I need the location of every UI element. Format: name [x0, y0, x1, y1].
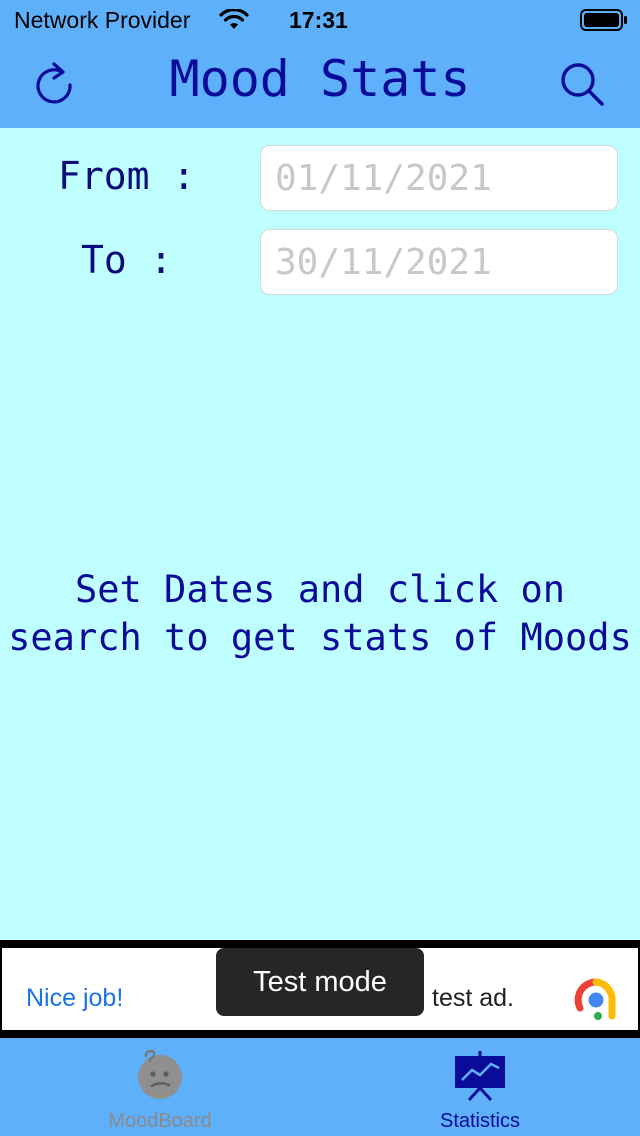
ad-headline: Nice job! — [26, 984, 124, 1012]
carrier-label: Network Provider — [14, 7, 191, 33]
to-date-input[interactable]: 30/11/2021 — [260, 229, 618, 295]
tab-bar: MoodBoard Statistics — [0, 1038, 640, 1136]
test-mode-toast: Test mode — [216, 948, 424, 1016]
tab-moodboard-label: MoodBoard — [108, 1110, 212, 1132]
wifi-icon — [219, 9, 249, 29]
from-date-input[interactable]: 01/11/2021 — [260, 145, 618, 211]
search-icon[interactable] — [556, 58, 608, 110]
instruction-line-2: search to get stats of Moods — [8, 616, 632, 659]
header-bar: Mood Stats — [0, 40, 640, 128]
tab-statistics-label: Statistics — [439, 1110, 521, 1132]
instruction-message: Set Dates and click on search to get sta… — [0, 566, 640, 662]
clock: 17:31 — [289, 7, 348, 33]
tab-statistics[interactable]: Statistics — [320, 1038, 640, 1136]
to-label: To : — [81, 238, 173, 282]
instruction-line-1: Set Dates and click on — [74, 568, 566, 611]
confused-face-icon — [138, 1050, 182, 1099]
from-label: From : — [58, 154, 196, 198]
battery-icon — [580, 9, 627, 31]
ad-logo-icon — [574, 978, 616, 1020]
ad-body: test ad. — [432, 984, 514, 1012]
page-title: Mood Stats — [169, 50, 471, 108]
chart-board-icon — [455, 1051, 505, 1102]
tab-moodboard[interactable]: MoodBoard — [0, 1038, 320, 1136]
status-bar: Network Provider 17:31 — [0, 0, 640, 40]
